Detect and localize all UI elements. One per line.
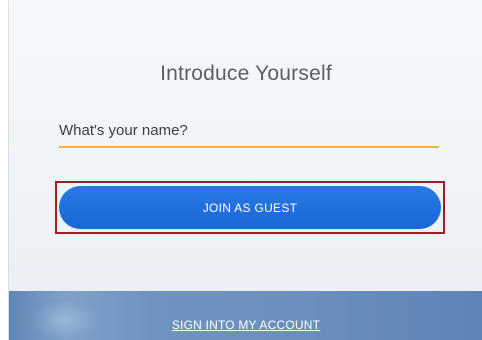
guest-login-dialog: Introduce Yourself JOIN AS GUEST SIGN IN… [8,0,482,340]
join-as-guest-button[interactable]: JOIN AS GUEST [59,186,441,229]
sign-into-account-link[interactable]: SIGN INTO MY ACCOUNT [9,318,482,332]
screenshot-frame: Introduce Yourself JOIN AS GUEST SIGN IN… [0,0,482,340]
dialog-title: Introduce Yourself [160,62,332,85]
name-input[interactable] [59,118,439,148]
